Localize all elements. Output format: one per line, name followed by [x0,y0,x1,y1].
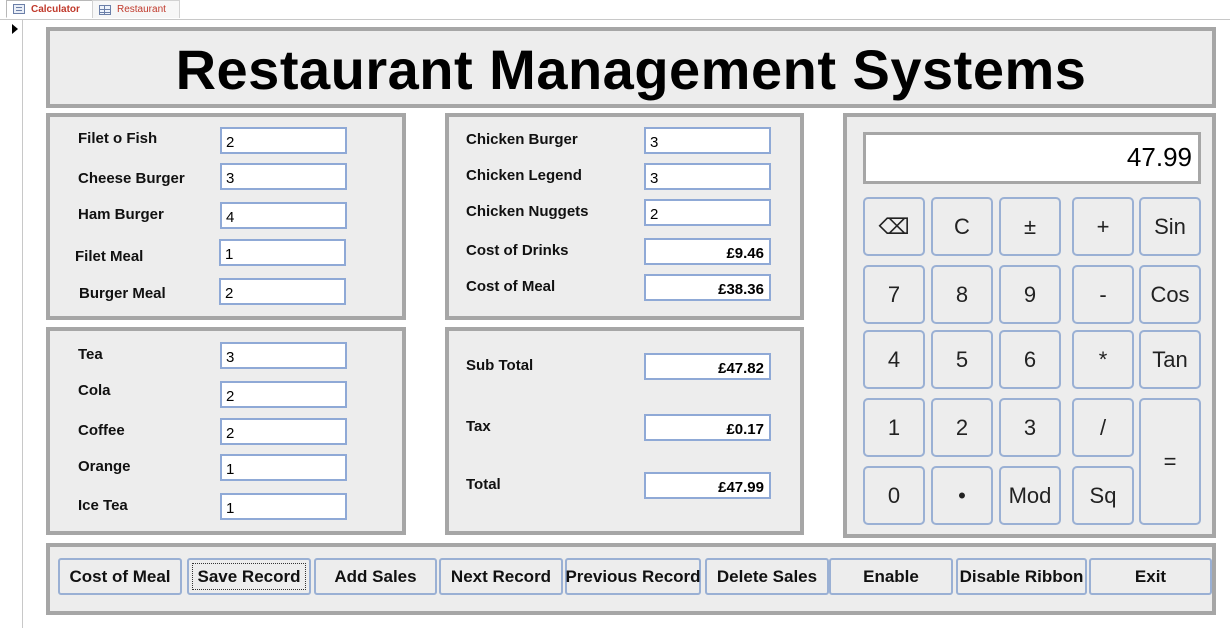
burger-meal-label: Burger Meal [79,285,166,302]
decimal-point-button[interactable]: • [931,466,993,525]
filet-o-fish-field[interactable]: 2 [220,127,347,154]
tax-field[interactable]: £0.17 [644,414,771,441]
tab-restaurant[interactable]: Restaurant [92,0,180,18]
coffee-field[interactable]: 2 [220,418,347,445]
digit-9-button[interactable]: 9 [999,265,1061,324]
ham-burger-label: Ham Burger [78,206,164,223]
cost-of-drinks-label: Cost of Drinks [466,242,569,259]
form-icon [13,4,25,14]
minus-button[interactable]: - [1072,265,1134,324]
chicken-nuggets-label: Chicken Nuggets [466,203,589,220]
filet-meal-label: Filet Meal [75,248,144,265]
chicken-burger-label: Chicken Burger [466,131,578,148]
cheese-burger-label: Cheese Burger [78,170,185,187]
disable-ribbon-button[interactable]: Disable Ribbon [956,558,1087,595]
digit-4-button[interactable]: 4 [863,330,925,389]
sub-total-label: Sub Total [466,357,534,374]
ice-tea-field[interactable]: 1 [220,493,347,520]
square-button[interactable]: Sq [1072,466,1134,525]
cola-label: Cola [78,382,111,399]
clear-button[interactable]: C [931,197,993,256]
calculator-display[interactable]: 47.99 [863,132,1201,184]
orange-field[interactable]: 1 [220,454,347,481]
tea-field[interactable]: 3 [220,342,347,369]
filet-o-fish-label: Filet o Fish [78,130,158,147]
filet-meal-field[interactable]: 1 [219,239,346,266]
digit-8-button[interactable]: 8 [931,265,993,324]
ice-tea-label: Ice Tea [78,497,128,514]
delete-sales-button[interactable]: Delete Sales [705,558,829,595]
tan-button[interactable]: Tan [1139,330,1201,389]
digit-0-button[interactable]: 0 [863,466,925,525]
cola-field[interactable]: 2 [220,381,347,408]
total-label: Total [466,476,501,493]
orange-label: Orange [78,458,131,475]
digit-1-button[interactable]: 1 [863,398,925,457]
cost-of-meal-button[interactable]: Cost of Meal [58,558,182,595]
cost-of-meal-field[interactable]: £38.36 [644,274,771,301]
digit-5-button[interactable]: 5 [931,330,993,389]
ham-burger-field[interactable]: 4 [220,202,347,229]
equals-button[interactable]: = [1139,398,1201,525]
chicken-legend-field[interactable]: 3 [644,163,771,190]
digit-3-button[interactable]: 3 [999,398,1061,457]
sin-button[interactable]: Sin [1139,197,1201,256]
title-panel: Restaurant Management Systems [46,27,1216,108]
table-icon [99,4,111,15]
tab-calculator-label: Calculator [31,3,80,15]
total-field[interactable]: £47.99 [644,472,771,499]
page-title: Restaurant Management Systems [175,38,1087,101]
save-record-button[interactable]: Save Record [187,558,311,595]
tea-label: Tea [78,346,103,363]
sub-total-field[interactable]: £47.82 [644,353,771,380]
plus-minus-button[interactable]: ± [999,197,1061,256]
add-sales-button[interactable]: Add Sales [314,558,437,595]
tab-calculator[interactable]: Calculator [6,0,94,18]
chicken-nuggets-field[interactable]: 2 [644,199,771,226]
chicken-burger-field[interactable]: 3 [644,127,771,154]
digit-6-button[interactable]: 6 [999,330,1061,389]
mod-button[interactable]: Mod [999,466,1061,525]
multiply-button[interactable]: * [1072,330,1134,389]
cheese-burger-field[interactable]: 3 [220,163,347,190]
backspace-button[interactable]: ⌫ [863,197,925,256]
next-record-button[interactable]: Next Record [439,558,563,595]
plus-button[interactable]: + [1072,197,1134,256]
previous-record-button[interactable]: Previous Record [565,558,701,595]
burger-meal-field[interactable]: 2 [219,278,346,305]
cos-button[interactable]: Cos [1139,265,1201,324]
document-tab-strip: Calculator Restaurant [0,0,1230,20]
coffee-label: Coffee [78,422,125,439]
cost-of-meal-label: Cost of Meal [466,278,556,295]
divide-button[interactable]: / [1072,398,1134,457]
enable-button[interactable]: Enable [829,558,953,595]
tax-label: Tax [466,418,491,435]
current-record-arrow-icon [12,24,18,34]
cost-of-drinks-field[interactable]: £9.46 [644,238,771,265]
digit-2-button[interactable]: 2 [931,398,993,457]
chicken-legend-label: Chicken Legend [466,167,582,184]
digit-7-button[interactable]: 7 [863,265,925,324]
tab-restaurant-label: Restaurant [117,4,166,15]
record-selector[interactable] [0,20,23,628]
exit-button[interactable]: Exit [1089,558,1212,595]
